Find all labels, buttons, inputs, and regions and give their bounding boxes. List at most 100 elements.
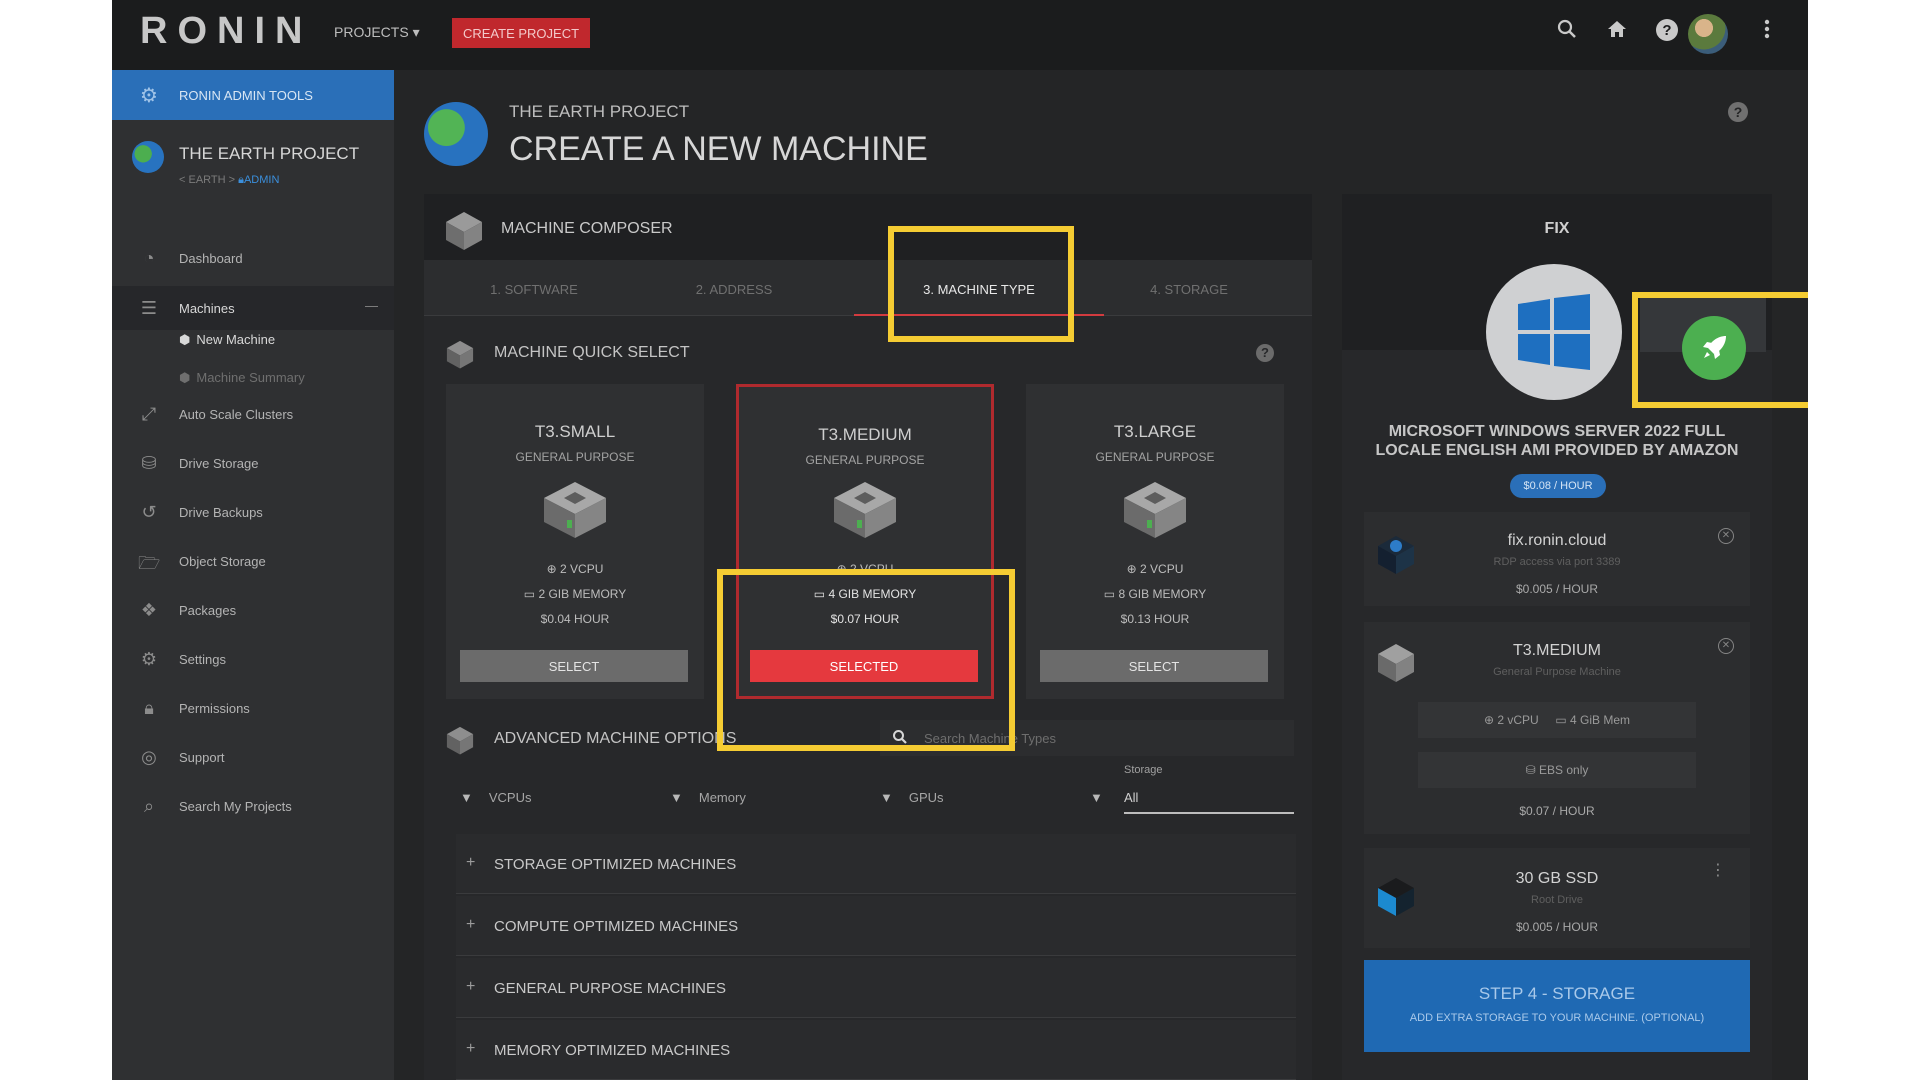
storage-sub: Root Drive: [1531, 894, 1583, 906]
project-breadcrumb: < EARTH > 🔒︎ADMIN: [179, 174, 279, 187]
expand-plus-icon: +: [466, 1040, 476, 1057]
machine-name: T3.LARGE: [1113, 422, 1197, 441]
sidebar-item-permissions[interactable]: 🔒︎ Permissions: [112, 686, 394, 730]
machine-card-t3-small[interactable]: T3.SMALL GENERAL PURPOSE ⊕ 2 VCPU ▭ 2 GI…: [446, 384, 704, 699]
summary-storage-card: 30 GB SSD Root Drive $0.005 / HOUR ⋮: [1364, 848, 1750, 948]
help-icon[interactable]: ?: [1728, 102, 1748, 122]
filter-icon: ▼: [1090, 790, 1103, 805]
machine-search-input[interactable]: Search Machine Types: [880, 720, 1294, 756]
remove-icon[interactable]: ✕: [1718, 638, 1734, 654]
group-label: COMPUTE OPTIMIZED MACHINES: [494, 918, 739, 935]
projects-dropdown[interactable]: PROJECTS ▾: [334, 24, 420, 41]
app-window: RONIN PROJECTS ▾ CREATE PROJECT ? ⚙ RONI…: [112, 0, 1808, 1080]
select-button[interactable]: SELECT: [460, 650, 688, 682]
expand-plus-icon: +: [466, 854, 476, 871]
cube-icon: [446, 726, 474, 755]
sidebar-subitem-new-machine[interactable]: ⬢ New Machine: [179, 332, 275, 348]
sidebar-item-packages[interactable]: ❖ Packages: [112, 588, 394, 632]
lock-icon: 🔒︎: [144, 698, 154, 718]
machine-vcpu: ⊕ 2 VCPU: [1126, 562, 1184, 576]
group-compute-optimized[interactable]: + COMPUTE OPTIMIZED MACHINES: [456, 896, 1296, 956]
step-title: STEP 4 - STORAGE: [1478, 984, 1636, 1003]
machine-price: $0.07 HOUR: [830, 612, 900, 626]
tab-address[interactable]: 2. ADDRESS: [674, 282, 794, 297]
sidebar-item-label: Dashboard: [179, 251, 243, 266]
sidebar-item-object-storage[interactable]: 🗁︎ Object Storage: [112, 539, 394, 583]
sidebar-item-label: Support: [179, 750, 225, 765]
collapse-icon[interactable]: —: [365, 298, 378, 313]
gear-icon: ⚙: [140, 649, 158, 669]
select-button[interactable]: SELECT: [1040, 650, 1268, 682]
packages-icon: ❖: [140, 600, 158, 620]
machine-card-t3-large[interactable]: T3.LARGE GENERAL PURPOSE ⊕ 2 VCPU ▭ 8 GI…: [1026, 384, 1284, 699]
help-icon[interactable]: ?: [1652, 18, 1682, 48]
sidebar: ⚙ RONIN ADMIN TOOLS THE EARTH PROJECT < …: [112, 70, 394, 1080]
sidebar-item-machines[interactable]: ☰ Machines —: [112, 286, 394, 330]
history-icon: ↺: [141, 502, 157, 522]
step-sub: ADD EXTRA STORAGE TO YOUR MACHINE. (OPTI…: [1409, 1012, 1705, 1024]
quick-select-title: MACHINE QUICK SELECT: [494, 344, 690, 361]
filter-memory[interactable]: ▼ Memory: [670, 790, 746, 805]
machine-vcpu: ⊕ 2 VCPU: [836, 562, 894, 576]
remove-icon[interactable]: ✕: [1718, 528, 1734, 544]
composer-title: MACHINE COMPOSER: [501, 220, 673, 237]
summary-address-card: fix.ronin.cloud RDP access via port 3389…: [1364, 512, 1750, 606]
admin-tools-link[interactable]: ⚙ RONIN ADMIN TOOLS: [112, 70, 394, 120]
machine-kind: GENERAL PURPOSE: [805, 453, 925, 467]
crumb-project[interactable]: < EARTH >: [179, 174, 235, 186]
step-4-storage-button[interactable]: STEP 4 - STORAGE ADD EXTRA STORAGE TO YO…: [1364, 960, 1750, 1052]
group-general-purpose[interactable]: + GENERAL PURPOSE MACHINES: [456, 958, 1296, 1018]
expand-icon: ⤢: [141, 404, 157, 424]
sidebar-item-settings[interactable]: ⚙ Settings: [112, 637, 394, 681]
help-icon[interactable]: ?: [1256, 344, 1274, 362]
launch-button[interactable]: [1682, 316, 1746, 380]
machine-price: $0.04 HOUR: [540, 612, 610, 626]
sidebar-item-support[interactable]: ◎ Support: [112, 735, 394, 779]
expand-plus-icon: +: [466, 916, 476, 933]
group-label: STORAGE OPTIMIZED MACHINES: [494, 856, 737, 873]
kebab-icon[interactable]: [1752, 18, 1782, 48]
crumb-admin[interactable]: ADMIN: [244, 174, 279, 186]
search-icon: [892, 729, 908, 750]
sidebar-item-auto-scale[interactable]: ⤢ Auto Scale Clusters: [112, 392, 394, 436]
group-memory-optimized[interactable]: + MEMORY OPTIMIZED MACHINES: [456, 1020, 1296, 1080]
sidebar-subitem-label: New Machine: [196, 332, 276, 347]
sidebar-item-label: Search My Projects: [179, 799, 292, 814]
filter-gpus[interactable]: ▼ GPUs: [880, 790, 944, 805]
machine-kind: GENERAL PURPOSE: [1095, 450, 1215, 464]
sidebar-project-name[interactable]: THE EARTH PROJECT: [179, 144, 359, 164]
tab-machine-type[interactable]: 3. MACHINE TYPE: [904, 282, 1054, 297]
search-icon[interactable]: [1552, 18, 1582, 48]
tab-software[interactable]: 1. SOFTWARE: [474, 282, 594, 297]
group-storage-optimized[interactable]: + STORAGE OPTIMIZED MACHINES: [456, 834, 1296, 894]
gear-icon: ⚙: [140, 85, 158, 107]
selected-button[interactable]: SELECTED: [750, 650, 978, 682]
cube-icon: [446, 340, 474, 369]
ronin-logo[interactable]: RONIN: [140, 10, 312, 53]
server-cube-icon: [834, 482, 896, 538]
sidebar-item-dashboard[interactable]: ◔ Dashboard: [112, 236, 394, 280]
create-project-button[interactable]: CREATE PROJECT: [452, 18, 590, 48]
storage-filter-label: Storage: [1124, 764, 1163, 776]
group-label: MEMORY OPTIMIZED MACHINES: [494, 1042, 731, 1059]
tab-storage[interactable]: 4. STORAGE: [1124, 282, 1254, 297]
machine-summary-panel: FIX MICROSOFT WINDOWS SERVER 2022 FULL L…: [1342, 194, 1772, 1080]
sidebar-subitem-label: Machine Summary: [196, 370, 305, 385]
storage-price: $0.005 / HOUR: [1515, 920, 1599, 934]
drive-icon: ⛁: [141, 453, 157, 473]
machine-price: $0.13 HOUR: [1120, 612, 1190, 626]
machine-composer: MACHINE COMPOSER 1. SOFTWARE 2. ADDRESS …: [424, 194, 1312, 1080]
kebab-icon[interactable]: ⋮: [1710, 860, 1726, 880]
sidebar-item-drive-backups[interactable]: ↺ Drive Backups: [112, 490, 394, 534]
machine-card-t3-medium[interactable]: T3.MEDIUM GENERAL PURPOSE ⊕ 2 VCPU ▭ 4 G…: [736, 384, 994, 699]
sidebar-item-drive-storage[interactable]: ⛁ Drive Storage: [112, 441, 394, 485]
filter-label: GPUs: [908, 790, 944, 805]
machine-ebs-chip: ⛁ EBS only: [1418, 752, 1696, 788]
storage-filter-select[interactable]: All: [1124, 790, 1138, 805]
sidebar-item-search-projects[interactable]: ⌕ Search My Projects: [112, 784, 394, 828]
filter-vcpus[interactable]: ▼ VCPUs: [460, 790, 532, 805]
sidebar-subitem-machine-summary[interactable]: ⬢ Machine Summary: [179, 370, 305, 386]
machine-type-sub: General Purpose Machine: [1493, 666, 1621, 678]
avatar[interactable]: [1688, 14, 1728, 54]
home-icon[interactable]: [1602, 18, 1632, 48]
